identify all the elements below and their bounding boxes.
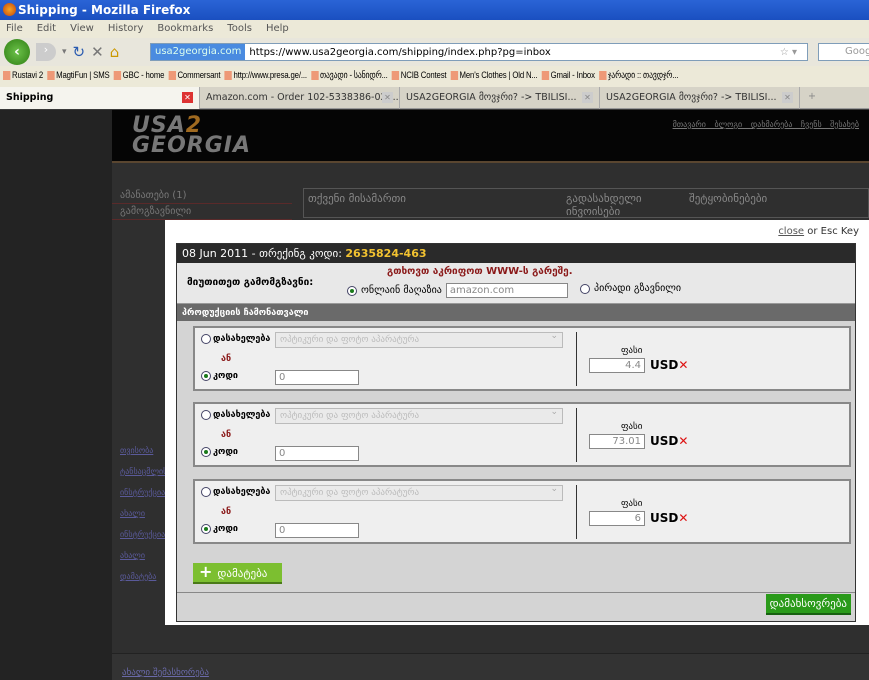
menu-tools[interactable]: Tools bbox=[227, 23, 252, 34]
search-box[interactable]: Googl bbox=[818, 43, 869, 61]
code-input[interactable]: 0 bbox=[275, 523, 359, 538]
tab-shipping[interactable]: Shipping ✕ bbox=[0, 87, 200, 109]
tab-usa2georgia[interactable]: USA2GEORGIA მოვჯრი? -> TBILISI... ✕ bbox=[600, 87, 800, 109]
store-input[interactable]: amazon.com bbox=[445, 283, 568, 298]
close-tab-icon[interactable]: ✕ bbox=[782, 92, 793, 103]
url-bar[interactable]: usa2georgia.com https://www.usa2georgia.… bbox=[150, 43, 808, 61]
bookmark-star-icon[interactable]: ☆ ▾ bbox=[780, 47, 797, 58]
menu-sent[interactable]: გამოგზავნილი bbox=[112, 204, 292, 220]
product-item: დასახელება ოპტიკური და ფოტო აპარატურა ან… bbox=[193, 479, 851, 544]
close-tab-icon[interactable]: ✕ bbox=[582, 92, 593, 103]
left-menu: ამანათები (1) გამოგზავნილი bbox=[112, 188, 292, 220]
tracking-code: 2635824-463 bbox=[345, 247, 427, 260]
code-radio[interactable] bbox=[201, 371, 211, 381]
product-item: დასახელება ოპტიკური და ფოტო აპარატურა ან… bbox=[193, 326, 851, 391]
private-radio[interactable] bbox=[580, 283, 590, 294]
dashboard-header: თქვენი მისამართი გადასახდელი ინვოისები შ… bbox=[303, 188, 869, 218]
name-radio[interactable] bbox=[201, 334, 211, 344]
site-identity[interactable]: usa2georgia.com bbox=[151, 44, 246, 60]
sender-section: მიუთითეთ გამომგზავნი: გთხოვთ აკრიფოთ WWW… bbox=[177, 263, 855, 303]
code-radio[interactable] bbox=[201, 524, 211, 534]
new-notification-link[interactable]: ახალი შემასხორება bbox=[122, 668, 209, 678]
bookmark[interactable]: Rustavi 2 bbox=[3, 70, 43, 81]
back-button[interactable]: ‹ bbox=[4, 39, 30, 65]
bookmark[interactable]: MagtiFun | SMS bbox=[47, 70, 110, 81]
nav-toolbar: ‹ › ▾ ↻ ✕ ⌂ usa2georgia.com https://www.… bbox=[0, 38, 869, 66]
top-links[interactable]: მთავარი ბლოგი დახმარება ჩვენს შესახებ bbox=[673, 120, 859, 129]
online-store-radio[interactable] bbox=[347, 285, 357, 296]
forward-button[interactable]: › bbox=[36, 43, 56, 61]
new-tab-button[interactable]: + bbox=[800, 87, 824, 108]
category-select[interactable]: ოპტიკური და ფოტო აპარატურა bbox=[275, 484, 563, 501]
price-input[interactable]: 73.01 bbox=[589, 434, 645, 449]
bookmark[interactable]: ჯარადი :: თავდჯრ... bbox=[598, 70, 678, 81]
save-button[interactable]: დამახსოვრება bbox=[765, 594, 851, 615]
side-links: თვისობა ტანსაცმლის ინსტრუქცია ახალი ინსტრუქც… bbox=[120, 446, 165, 581]
stop-icon[interactable]: ✕ bbox=[91, 43, 104, 61]
bookmark[interactable]: Commersant bbox=[168, 70, 221, 81]
home-icon[interactable]: ⌂ bbox=[110, 43, 120, 61]
price-input[interactable]: 6 bbox=[589, 511, 645, 526]
window-title: Shipping - Mozilla Firefox bbox=[0, 0, 869, 20]
plus-icon: + bbox=[199, 562, 213, 581]
category-select[interactable]: ოპტიკური და ფოტო აპარატურა bbox=[275, 407, 563, 424]
url-text[interactable]: https://www.usa2georgia.com/shipping/ind… bbox=[245, 47, 550, 58]
close-link[interactable]: close bbox=[778, 226, 804, 237]
remove-item-icon[interactable]: ✕ bbox=[678, 358, 688, 372]
bookmark[interactable]: http://www.presa.ge/... bbox=[224, 70, 307, 81]
site-logo: USA2 GEORGIA bbox=[132, 113, 251, 158]
parcel-form: 08 Jun 2011 - თრექინგ კოდი: 2635824-463 … bbox=[176, 243, 856, 622]
remove-item-icon[interactable]: ✕ bbox=[678, 434, 688, 448]
bookmark[interactable]: GBC - home bbox=[113, 70, 164, 81]
menu-view[interactable]: View bbox=[70, 23, 94, 34]
firefox-icon bbox=[3, 3, 16, 16]
close-tab-icon[interactable]: ✕ bbox=[382, 92, 393, 103]
menu-edit[interactable]: Edit bbox=[37, 23, 56, 34]
menu-bar: File Edit View History Bookmarks Tools Help bbox=[0, 20, 869, 38]
menu-file[interactable]: File bbox=[6, 23, 23, 34]
price-input[interactable]: 4.4 bbox=[589, 358, 645, 373]
edit-parcel-modal: close or Esc Key 08 Jun 2011 - თრექინგ კ… bbox=[165, 220, 869, 625]
reload-icon[interactable]: ↻ bbox=[73, 43, 86, 61]
tab-amazon[interactable]: Amazon.com - Order 102-5338386-024... ✕ bbox=[200, 87, 400, 109]
bookmark[interactable]: NCIB Contest bbox=[391, 70, 447, 81]
menu-history[interactable]: History bbox=[108, 23, 144, 34]
menu-bookmarks[interactable]: Bookmarks bbox=[157, 23, 213, 34]
code-input[interactable]: 0 bbox=[275, 446, 359, 461]
tab-usa2georgia[interactable]: USA2GEORGIA მოვჯრი? -> TBILISI... ✕ bbox=[400, 87, 600, 109]
close-tab-icon[interactable]: ✕ bbox=[182, 92, 193, 103]
tab-bar: Shipping ✕ Amazon.com - Order 102-5338386… bbox=[0, 87, 869, 109]
product-item: დასახელება ოპტიკური და ფოტო აპარატურა ან… bbox=[193, 402, 851, 467]
menu-parcels[interactable]: ამანათები (1) bbox=[112, 188, 292, 204]
code-input[interactable]: 0 bbox=[275, 370, 359, 385]
code-radio[interactable] bbox=[201, 447, 211, 457]
remove-item-icon[interactable]: ✕ bbox=[678, 511, 688, 525]
name-radio[interactable] bbox=[201, 487, 211, 497]
name-radio[interactable] bbox=[201, 410, 211, 420]
form-header: 08 Jun 2011 - თრექინგ კოდი: 2635824-463 bbox=[177, 244, 855, 263]
bookmark[interactable]: Men's Clothes | Old N... bbox=[450, 70, 538, 81]
bookmark[interactable]: თავადი - სანიდრ... bbox=[310, 70, 388, 81]
category-select[interactable]: ოპტიკური და ფოტო აპარატურა bbox=[275, 331, 563, 348]
product-list-header: პროდუქციის ჩამონათვალი bbox=[177, 303, 855, 321]
dropdown-icon[interactable]: ▾ bbox=[62, 47, 67, 57]
site-header: USA2 GEORGIA მთავარი ბლოგი დახმარება ჩვენ… bbox=[112, 110, 869, 163]
bookmark[interactable]: Gmail - Inbox bbox=[541, 70, 595, 81]
menu-help[interactable]: Help bbox=[266, 23, 289, 34]
warning-text: გთხოვთ აკრიფოთ WWW-ს გარეშე. bbox=[387, 266, 573, 277]
add-item-button[interactable]: + დამატება bbox=[193, 563, 282, 584]
bookmarks-bar: Rustavi 2 MagtiFun | SMS GBC - home Comm… bbox=[0, 66, 869, 87]
